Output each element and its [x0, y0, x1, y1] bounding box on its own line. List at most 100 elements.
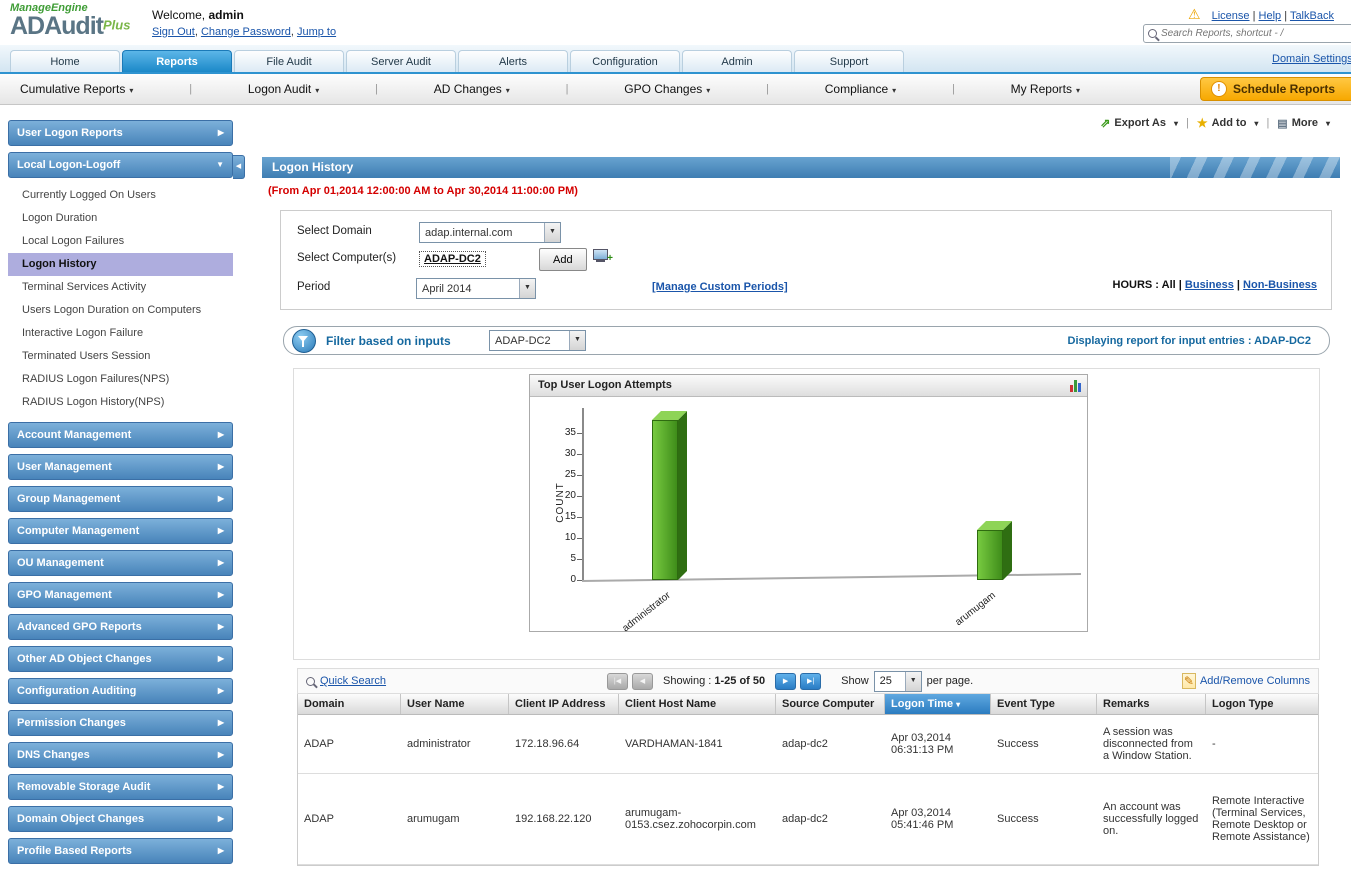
hours-business-link[interactable]: Business [1185, 279, 1234, 291]
sidebar-section-removable-storage-audit[interactable]: Removable Storage Audit ▶ [8, 774, 233, 800]
mini-bar [1078, 383, 1081, 392]
subnav-item-logon-audit[interactable]: Logon Audit ▾ [248, 82, 319, 96]
column-header-logon-time[interactable]: Logon Time ▾ [885, 694, 991, 714]
subnav-item-gpo-changes[interactable]: GPO Changes ▾ [624, 82, 710, 96]
sidebar-item-radius-logon-history-nps[interactable]: RADIUS Logon History(NPS) [8, 391, 233, 414]
sidebar-item-terminal-services-activity[interactable]: Terminal Services Activity [8, 276, 233, 299]
chevron-right-icon: ▶ [217, 750, 224, 759]
add-remove-columns-link[interactable]: ✎ Add/Remove Columns [1181, 673, 1310, 689]
quick-search-link[interactable]: Quick Search [306, 675, 401, 687]
sidebar-section-computer-management[interactable]: Computer Management ▶ [8, 518, 233, 544]
sidebar-section-advanced-gpo-reports[interactable]: Advanced GPO Reports ▶ [8, 614, 233, 640]
separator: | [1185, 117, 1189, 129]
warning-icon[interactable]: ⚠ [1188, 6, 1201, 22]
add-to-label: Add to [1211, 117, 1247, 129]
sidebar-section-other-ad-object-changes[interactable]: Other AD Object Changes ▶ [8, 646, 233, 672]
license-link[interactable]: License [1212, 10, 1250, 22]
first-page-button[interactable]: |◀ [607, 672, 628, 690]
sidebar-item-interactive-logon-failure[interactable]: Interactive Logon Failure [8, 322, 233, 345]
export-as-button[interactable]: ⇗ Export As ▾ [1100, 116, 1178, 130]
sidebar-section-ou-management[interactable]: OU Management ▶ [8, 550, 233, 576]
page-size-select[interactable]: 25 ▼ [873, 670, 922, 692]
sidebar-section-label: Profile Based Reports [17, 845, 132, 857]
y-tick-label: 10 [564, 532, 576, 543]
domain-settings-link[interactable]: Domain Settings [1272, 53, 1351, 65]
tab-home[interactable]: Home [10, 50, 120, 72]
change-password-link[interactable]: Change Password [201, 26, 291, 38]
column-header-event-type[interactable]: Event Type [991, 694, 1097, 714]
sidebar-item-logon-history[interactable]: Logon History [8, 253, 233, 276]
cell-client-host-name: arumugam-0153.csez.zohocorpin.com [625, 807, 756, 831]
sidebar-section-profile-based-reports[interactable]: Profile Based Reports ▶ [8, 838, 233, 864]
chart-box: Top User Logon Attempts COUNT 0 5 10 15 20 25… [529, 374, 1088, 634]
subnav-item-compliance[interactable]: Compliance ▾ [825, 82, 896, 96]
sidebar-item-local-logon-failures[interactable]: Local Logon Failures [8, 230, 233, 253]
account-links: Sign Out, Change Password, Jump to [152, 26, 336, 38]
per-page-label: per page. [926, 675, 974, 687]
tab-configuration[interactable]: Configuration [570, 50, 680, 72]
sidebar-item-logon-duration[interactable]: Logon Duration [8, 207, 233, 230]
tab-reports[interactable]: Reports [122, 50, 232, 72]
tab-support[interactable]: Support [794, 50, 904, 72]
sidebar-collapse-handle[interactable]: ◀ [233, 155, 245, 179]
cell-logon-type: Remote Interactive (Terminal Services, R… [1212, 795, 1310, 843]
column-header-source-computer[interactable]: Source Computer [776, 694, 885, 714]
sidebar-item-users-logon-duration-on-computers[interactable]: Users Logon Duration on Computers [8, 299, 233, 322]
talkback-link[interactable]: TalkBack [1290, 10, 1334, 22]
sidebar-section-domain-object-changes[interactable]: Domain Object Changes ▶ [8, 806, 233, 832]
search-input[interactable] [1161, 28, 1351, 39]
chart-bar-administrator [652, 411, 687, 580]
subnav-item-my-reports[interactable]: My Reports ▾ [1011, 82, 1080, 96]
sidebar-section-group-management[interactable]: Group Management ▶ [8, 486, 233, 512]
sidebar-item-currently-logged-on-users[interactable]: Currently Logged On Users [8, 184, 233, 207]
subnav-item-cumulative-reports[interactable]: Cumulative Reports ▾ [20, 82, 133, 96]
column-header-user-name[interactable]: User Name [401, 694, 509, 714]
sign-out-link[interactable]: Sign Out [152, 26, 195, 38]
tab-server-audit[interactable]: Server Audit [346, 50, 456, 72]
more-button[interactable]: ▤ More ▾ [1277, 117, 1330, 130]
column-header-client-host-name[interactable]: Client Host Name [619, 694, 776, 714]
add-computer-button[interactable]: Add [539, 248, 587, 271]
global-search[interactable] [1143, 24, 1351, 43]
chart-type-icon[interactable] [1070, 379, 1081, 392]
column-header-remarks[interactable]: Remarks [1097, 694, 1206, 714]
showing-text: Showing : 1-25 of 50 [663, 675, 765, 687]
tab-admin[interactable]: Admin [682, 50, 792, 72]
help-link[interactable]: Help [1259, 10, 1282, 22]
schedule-reports-button[interactable]: ! Schedule Reports [1199, 77, 1351, 101]
sidebar-section-local-logon-logoff[interactable]: Local Logon-Logoff ▼ [8, 152, 233, 178]
sidebar-section-permission-changes[interactable]: Permission Changes ▶ [8, 710, 233, 736]
sidebar-section-user-management[interactable]: User Management ▶ [8, 454, 233, 480]
jump-to-link[interactable]: Jump to [297, 26, 336, 38]
domain-select[interactable]: adap.internal.com ▼ [419, 222, 561, 243]
period-select[interactable]: April 2014 ▼ [416, 278, 536, 299]
sidebar-section-gpo-management[interactable]: GPO Management ▶ [8, 582, 233, 608]
hours-all-option[interactable]: All [1162, 279, 1176, 291]
sidebar-section-user-logon-reports[interactable]: User Logon Reports ▶ [8, 120, 233, 146]
chevron-right-icon: ▶ [217, 462, 224, 471]
next-page-button[interactable]: ▶ [775, 672, 797, 690]
tab-file-audit[interactable]: File Audit [234, 50, 344, 72]
column-header-logon-type[interactable]: Logon Type [1206, 694, 1318, 714]
last-page-button[interactable]: ▶| [800, 672, 822, 690]
sidebar-item-radius-logon-failures-nps[interactable]: RADIUS Logon Failures(NPS) [8, 368, 233, 391]
column-header-domain[interactable]: Domain [298, 694, 401, 714]
browse-computers-icon[interactable]: + [593, 249, 613, 264]
selected-computer-token[interactable]: ADAP-DC2 [419, 251, 486, 267]
sidebar-section-label: OU Management [17, 557, 104, 569]
add-to-button[interactable]: ★ Add to ▾ [1197, 116, 1259, 130]
column-header-label: Source Computer [782, 698, 875, 710]
cell-domain: ADAP [304, 813, 334, 825]
subnav-item-ad-changes[interactable]: AD Changes ▾ [434, 82, 510, 96]
prev-page-button[interactable]: ◀ [632, 672, 653, 690]
sidebar-section-configuration-auditing[interactable]: Configuration Auditing ▶ [8, 678, 233, 704]
filter-input-select[interactable]: ADAP-DC2 ▼ [489, 330, 586, 351]
hours-non-business-link[interactable]: Non-Business [1243, 279, 1317, 291]
sidebar-section-dns-changes[interactable]: DNS Changes ▶ [8, 742, 233, 768]
tab-alerts[interactable]: Alerts [458, 50, 568, 72]
subnav-separator: | [766, 83, 769, 95]
column-header-client-ip-address[interactable]: Client IP Address [509, 694, 619, 714]
sidebar-section-account-management[interactable]: Account Management ▶ [8, 422, 233, 448]
manage-custom-periods-link[interactable]: [Manage Custom Periods] [652, 281, 788, 293]
sidebar-item-terminated-users-session[interactable]: Terminated Users Session [8, 345, 233, 368]
